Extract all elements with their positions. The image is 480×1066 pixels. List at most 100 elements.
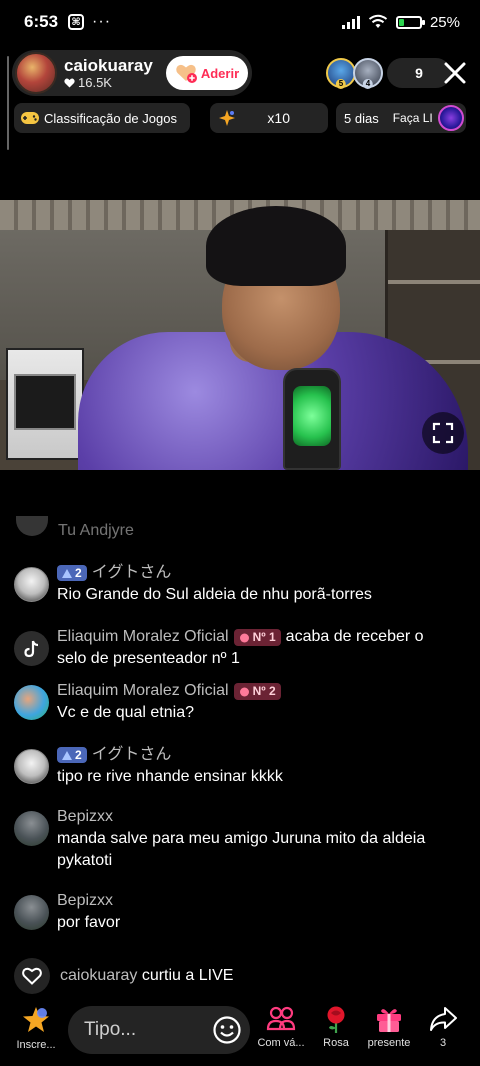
emoji-icon[interactable] [212, 1015, 242, 1045]
avatar[interactable] [14, 895, 49, 930]
heart-icon [64, 78, 75, 88]
sparkle-star-icon [219, 110, 235, 126]
avatar[interactable] [14, 567, 49, 602]
chat-message[interactable]: Bepizxx por favor [14, 890, 466, 934]
live-video[interactable] [0, 200, 480, 470]
viewer-avatar[interactable]: 5 [326, 58, 356, 89]
host-avatar[interactable] [15, 52, 57, 94]
more-notifications-icon: ··· [92, 13, 112, 30]
gift-label: presente [367, 1037, 411, 1049]
chat-list[interactable]: Tu Andjyre 2 イグトさん Rio Grande do Sul ald… [0, 512, 480, 1002]
chat-text: tipo re rive nhande ensinar kkkk [57, 768, 283, 785]
rose-icon [327, 1006, 345, 1033]
multiplier-label: x10 [267, 110, 290, 126]
chat-username[interactable]: Eliaquim Moralez Oficial [57, 626, 229, 648]
host-likes: 16.5K [64, 75, 153, 91]
viewer-avatar[interactable]: 4 [353, 58, 383, 89]
battery-percent: 25% [429, 13, 460, 31]
gift-button[interactable]: presente [362, 1004, 416, 1049]
wifi-icon [368, 14, 388, 28]
chat-username[interactable]: Bepizxx [57, 890, 113, 912]
bottom-bar: Inscre... Tipo... Com vá... Rosa present… [0, 1004, 480, 1066]
event-badge-icon [438, 105, 464, 131]
chat-username[interactable]: Bepizxx [57, 806, 113, 828]
rose-gift-button[interactable]: Rosa [309, 1004, 363, 1049]
viewer-rank: 5 [335, 79, 347, 89]
status-time: 6:53 [24, 12, 59, 31]
game-ranking-label: Classificação de Jogos [44, 110, 177, 126]
chat-message[interactable]: Eliaquim Moralez Oficial Nº 1 acaba de r… [14, 626, 466, 670]
signal-icon [341, 15, 360, 29]
chat-message[interactable]: Eliaquim Moralez Oficial Nº 2 Vc e de qu… [14, 680, 466, 724]
chat-faded-message: Tu Andjyre [16, 512, 134, 540]
game-ranking-chip[interactable]: Classificação de Jogos [14, 103, 190, 133]
fan-club-heart-icon [175, 63, 197, 83]
host-info: caiokuaray 16.5K [64, 56, 153, 91]
multi-guest-button[interactable]: Com vá... [254, 1004, 308, 1049]
chat-username[interactable]: Eliaquim Moralez Oficial [57, 680, 229, 702]
avatar[interactable] [14, 685, 49, 720]
comment-input[interactable]: Tipo... [68, 1006, 250, 1054]
subscribe-label: Inscre... [16, 1039, 56, 1051]
chat-message[interactable]: 2 イグトさん Rio Grande do Sul aldeia de nhu … [14, 562, 466, 606]
top-viewers[interactable]: 5 4 9 [326, 58, 451, 89]
level-triangle-icon [62, 750, 72, 760]
avatar[interactable] [14, 631, 49, 666]
comment-placeholder: Tipo... [84, 1019, 137, 1040]
chat-text: selo de presenteador nº 1 [57, 650, 240, 667]
host-profile-pill[interactable]: caiokuaray 16.5K Aderir [12, 50, 252, 96]
chat-username[interactable]: イグトさん [92, 562, 172, 584]
capcut-icon: ⌘ [68, 14, 85, 30]
avatar[interactable] [14, 749, 49, 784]
chat-text-inline: acaba de receber o [285, 628, 424, 645]
share-button[interactable]: 3 [416, 1004, 470, 1049]
status-left-icons: ⌘ ··· [68, 13, 111, 31]
battery-icon [395, 15, 425, 29]
like-heart-icon [14, 958, 50, 994]
fullscreen-button[interactable] [422, 412, 464, 454]
level-badge: 2 [57, 747, 87, 763]
level-triangle-icon [62, 568, 72, 578]
status-right: 25% [341, 13, 460, 31]
chat-faded-text: Tu Andjyre [58, 522, 134, 539]
join-label: Aderir [200, 65, 240, 81]
chat-text: Vc e de qual etnia? [57, 704, 194, 721]
chat-message[interactable]: Bepizxx manda salve para meu amigo Jurun… [14, 806, 466, 872]
share-icon [430, 1007, 457, 1031]
gifter-medal-icon [239, 687, 249, 696]
event-label: Faça LI [392, 111, 433, 125]
chat-message[interactable]: 2 イグトさん tipo re rive nhande ensinar kkkk [14, 744, 466, 788]
level-badge: 2 [57, 565, 87, 581]
close-icon[interactable] [442, 60, 468, 86]
avatar [16, 516, 48, 536]
rose-label: Rosa [323, 1037, 349, 1049]
battery-level [398, 18, 405, 26]
tiktok-icon [23, 640, 38, 657]
subscribe-star-icon [23, 1007, 49, 1032]
gifter-medal-icon [239, 633, 249, 642]
chat-text: manda salve para meu amigo Juruna mito d… [57, 830, 426, 869]
gamepad-icon [21, 112, 39, 124]
gifter-rank-badge: Nº 2 [233, 682, 281, 700]
host-likes-count: 16.5K [78, 74, 112, 90]
gift-box-icon [377, 1009, 401, 1032]
chat-text: por favor [57, 914, 121, 931]
system-text: caiokuaray curtiu a LIVE [60, 967, 234, 984]
multiplier-chip[interactable]: x10 [210, 103, 328, 133]
multi-guest-icon [266, 1006, 296, 1031]
status-bar: 6:53 ⌘ ··· 25% [0, 0, 480, 44]
event-chip[interactable]: 5 dias Faça LI [336, 103, 466, 133]
event-days: 5 dias [344, 110, 379, 126]
fullscreen-icon [432, 422, 454, 444]
system-message: caiokuaray curtiu a LIVE [14, 958, 233, 994]
subscribe-button[interactable]: Inscre... [9, 1004, 63, 1051]
host-name: caiokuaray [64, 55, 153, 75]
chat-username[interactable]: イグトさん [92, 744, 172, 766]
join-button[interactable]: Aderir [166, 56, 248, 90]
system-username[interactable]: caiokuaray [60, 967, 137, 984]
viewer-rank: 4 [362, 79, 374, 89]
scroll-indicator [7, 56, 9, 150]
avatar[interactable] [14, 811, 49, 846]
chat-text: Rio Grande do Sul aldeia de nhu porã-tor… [57, 586, 372, 603]
gifter-rank-badge: Nº 1 [233, 628, 281, 646]
